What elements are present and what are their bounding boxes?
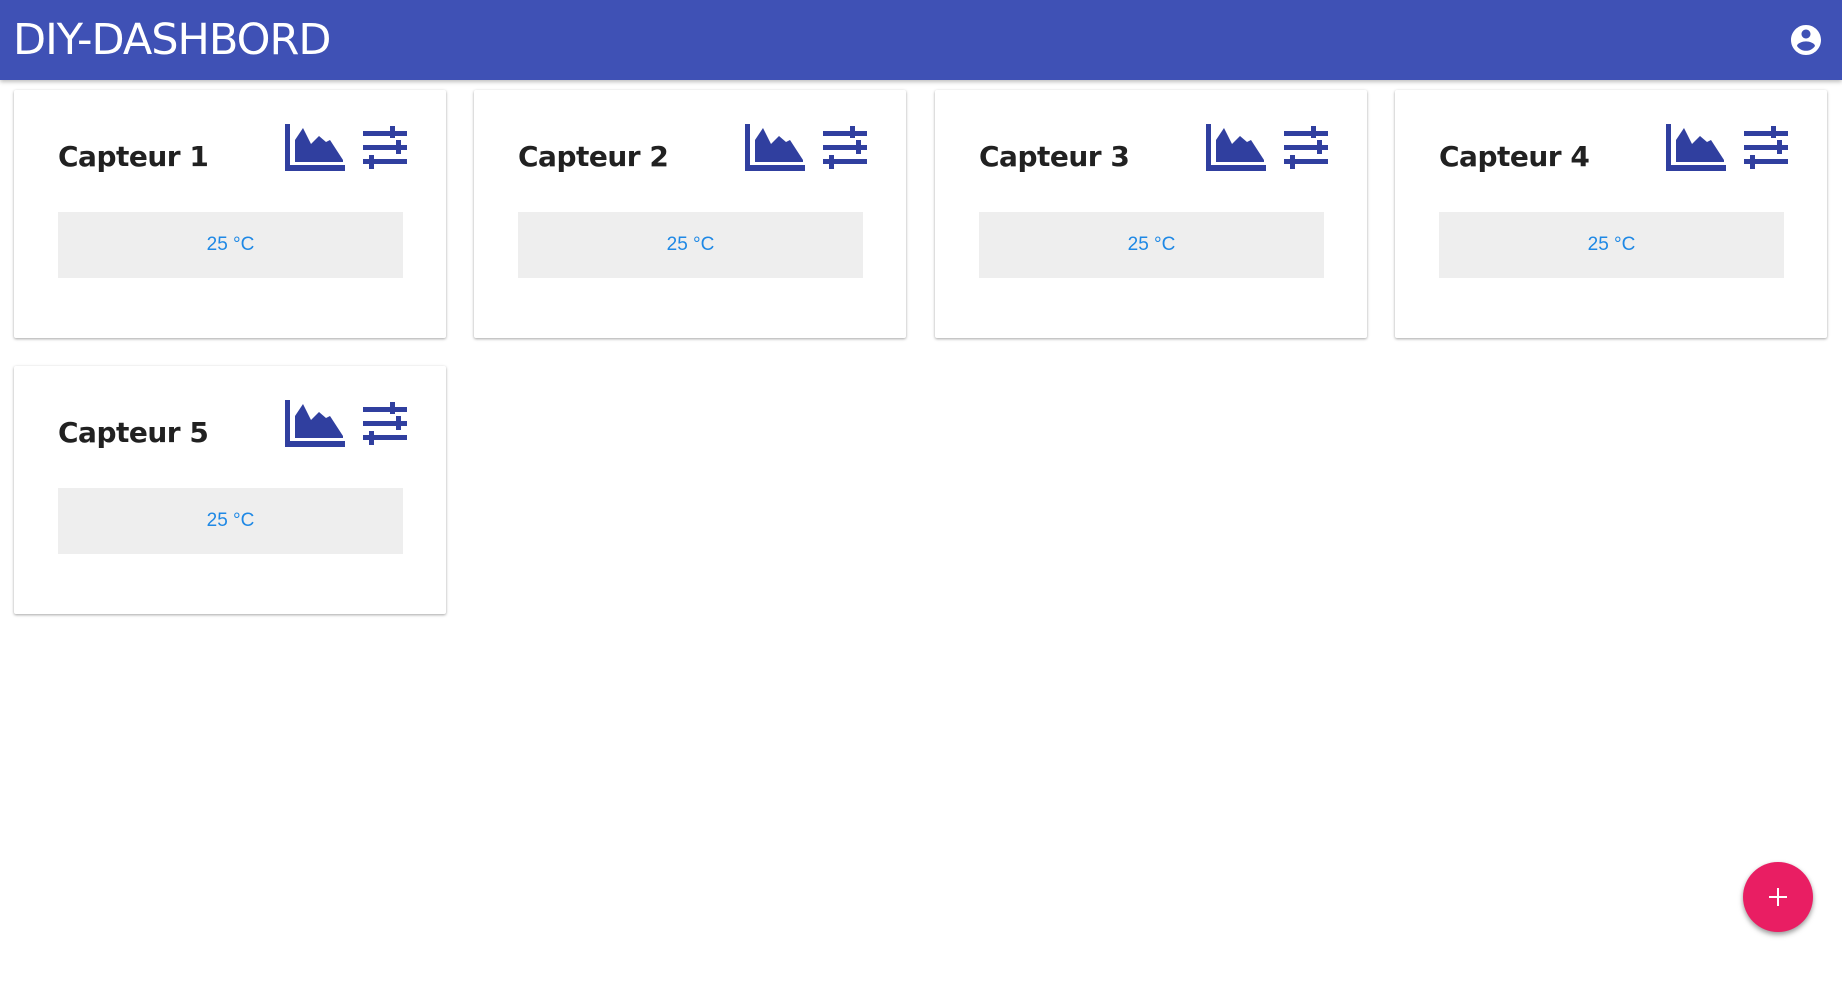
- app-title: DIY-DASHBORD: [13, 15, 331, 65]
- add-icon: [1769, 888, 1787, 906]
- sensor-title: Capteur 3: [979, 140, 1130, 173]
- sensor-value-box: 25 °C: [979, 212, 1324, 278]
- card-actions: [1666, 124, 1790, 172]
- sensor-value: 25 °C: [206, 234, 255, 255]
- sensor-value: 25 °C: [1587, 234, 1636, 255]
- card-actions: [1206, 124, 1330, 172]
- sensor-card: Capteur 5 25 °C: [14, 366, 446, 614]
- settings-button[interactable]: [361, 400, 409, 448]
- sensor-value-box: 25 °C: [58, 212, 403, 278]
- chart-button[interactable]: [745, 124, 805, 172]
- tune-sliders-icon: [1284, 126, 1328, 169]
- settings-button[interactable]: [1742, 124, 1790, 172]
- sensor-value-box: 25 °C: [58, 488, 403, 554]
- area-chart-icon: [285, 124, 345, 171]
- tune-sliders-icon: [363, 126, 407, 169]
- card-actions: [285, 400, 409, 448]
- chart-button[interactable]: [1206, 124, 1266, 172]
- card-actions: [745, 124, 869, 172]
- chart-button[interactable]: [285, 400, 345, 448]
- tune-sliders-icon: [1744, 126, 1788, 169]
- card-actions: [285, 124, 409, 172]
- account-circle-icon: [1791, 25, 1821, 55]
- sensor-value: 25 °C: [666, 234, 715, 255]
- area-chart-icon: [1666, 124, 1726, 171]
- settings-button[interactable]: [1282, 124, 1330, 172]
- add-sensor-button[interactable]: [1743, 862, 1813, 932]
- app-bar: DIY-DASHBORD: [0, 0, 1842, 80]
- tune-sliders-icon: [823, 126, 867, 169]
- sensor-card: Capteur 1 25 °C: [14, 90, 446, 338]
- tune-sliders-icon: [363, 402, 407, 445]
- sensor-value-box: 25 °C: [518, 212, 863, 278]
- sensor-card: Capteur 3 25 °C: [935, 90, 1367, 338]
- sensor-value: 25 °C: [1127, 234, 1176, 255]
- chart-button[interactable]: [285, 124, 345, 172]
- area-chart-icon: [285, 400, 345, 447]
- sensor-card: Capteur 4 25 °C: [1395, 90, 1827, 338]
- sensor-title: Capteur 1: [58, 140, 209, 173]
- sensor-title: Capteur 2: [518, 140, 669, 173]
- chart-button[interactable]: [1666, 124, 1726, 172]
- sensor-title: Capteur 4: [1439, 140, 1590, 173]
- area-chart-icon: [745, 124, 805, 171]
- sensor-value-box: 25 °C: [1439, 212, 1784, 278]
- sensor-value: 25 °C: [206, 510, 255, 531]
- sensor-card: Capteur 2 25 °C: [474, 90, 906, 338]
- sensor-title: Capteur 5: [58, 416, 209, 449]
- settings-button[interactable]: [361, 124, 409, 172]
- account-button[interactable]: [1788, 22, 1824, 58]
- area-chart-icon: [1206, 124, 1266, 171]
- settings-button[interactable]: [821, 124, 869, 172]
